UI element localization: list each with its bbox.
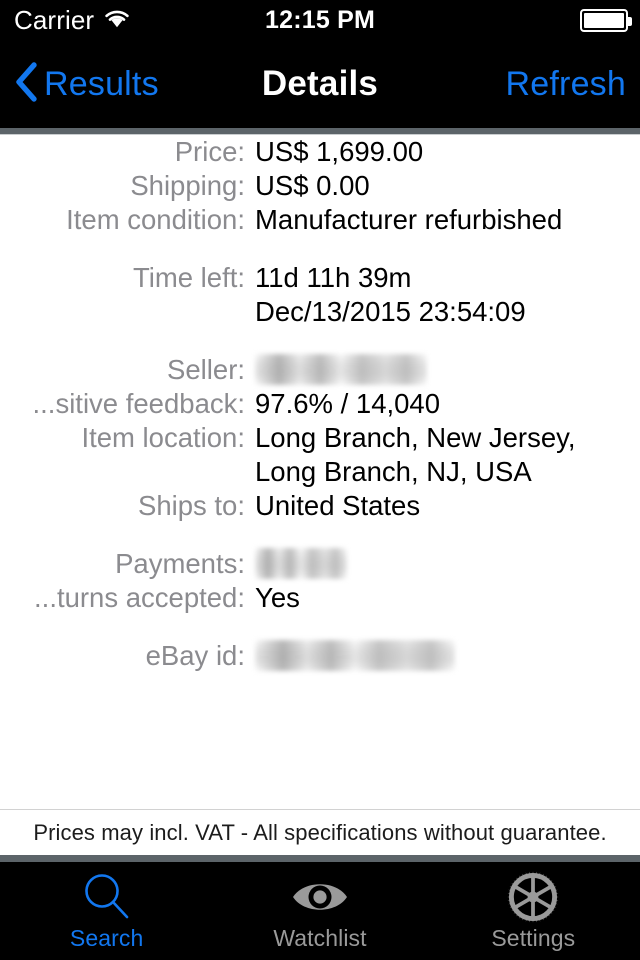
footer-disclaimer: Prices may incl. VAT - All specification… xyxy=(0,810,640,855)
redacted-value xyxy=(255,548,347,579)
redacted-value xyxy=(255,354,427,385)
detail-group: Price: US$ 1,699.00 Shipping: US$ 0.00 Item … xyxy=(0,135,640,237)
detail-row-value xyxy=(245,353,618,387)
detail-row: ...turns accepted: Yes xyxy=(0,581,640,615)
app-screen: Carrier 12:15 PM Results Details Refresh… xyxy=(0,0,640,960)
status-bar: Carrier 12:15 PM xyxy=(0,0,640,40)
detail-row: Price: US$ 1,699.00 xyxy=(0,135,640,169)
detail-row-label: Item location: xyxy=(81,422,245,453)
detail-row: Item condition: Manufacturer refurbished xyxy=(0,203,640,237)
detail-row-value: 97.6% / 14,040 xyxy=(255,388,441,419)
detail-row: Ships to: United States xyxy=(0,489,640,523)
detail-row-value: US$ 0.00 xyxy=(255,170,370,201)
detail-row: Payments: xyxy=(0,547,640,581)
navigation-bar: Results Details Refresh xyxy=(0,40,640,128)
detail-row: Shipping: US$ 0.00 xyxy=(0,169,640,203)
tab-settings-label: Settings xyxy=(491,925,576,951)
detail-row-value: Long Branch, New Jersey, Long Branch, NJ… xyxy=(255,422,576,487)
detail-row-label: Seller: xyxy=(167,354,245,385)
detail-row-label: Payments: xyxy=(115,548,245,579)
refresh-button[interactable]: Refresh xyxy=(506,40,626,128)
tab-search-label: Search xyxy=(69,925,144,951)
detail-row: Time left: 11d 11h 39m Dec/13/2015 23:54:… xyxy=(0,261,640,329)
detail-row-label: Item condition: xyxy=(66,204,245,235)
tab-search[interactable]: Search xyxy=(0,862,213,960)
status-bar-clock: 12:15 PM xyxy=(265,5,375,34)
gear-icon xyxy=(506,869,560,925)
detail-row-value: United States xyxy=(255,490,421,521)
item-details-list[interactable]: Price: US$ 1,699.00 Shipping: US$ 0.00 Item … xyxy=(0,135,640,809)
eye-icon xyxy=(291,869,349,925)
redacted-value xyxy=(255,640,455,671)
detail-row-label: Shipping: xyxy=(130,170,245,201)
magnifier-icon xyxy=(79,869,135,925)
tab-bar-separator xyxy=(0,855,640,862)
status-bar-right xyxy=(580,0,632,40)
detail-row-label: ...sitive feedback: xyxy=(32,388,245,419)
detail-row: Item location: Long Branch, New Jersey, L… xyxy=(0,421,640,489)
detail-group: Seller: ...sitive feedback: 97.6% / 14,040… xyxy=(0,329,640,523)
detail-row-value xyxy=(245,547,618,581)
tab-watchlist[interactable]: Watchlist xyxy=(213,862,426,960)
detail-row-value: Yes xyxy=(255,582,300,613)
detail-group: Payments: ...turns accepted: Yes xyxy=(0,523,640,615)
battery-full-icon xyxy=(580,8,632,32)
detail-row: eBay id: xyxy=(0,639,640,673)
detail-row-value: US$ 1,699.00 xyxy=(255,136,424,167)
detail-row-label: Time left: xyxy=(132,262,245,293)
detail-row-label: ...turns accepted: xyxy=(34,582,245,613)
tab-settings[interactable]: Settings xyxy=(427,862,640,960)
detail-group: eBay id: xyxy=(0,615,640,673)
tab-bar: Search Watchlist Settings xyxy=(0,862,640,960)
detail-row-label: eBay id: xyxy=(145,640,245,671)
detail-row-value: 11d 11h 39m Dec/13/2015 23:54:09 xyxy=(255,262,526,327)
detail-row-label: Ships to: xyxy=(137,490,245,521)
detail-groups: Price: US$ 1,699.00 Shipping: US$ 0.00 Item … xyxy=(0,135,640,673)
detail-group: Time left: 11d 11h 39m Dec/13/2015 23:54:… xyxy=(0,237,640,329)
detail-row-label: Price: xyxy=(174,136,245,167)
detail-row-value: Manufacturer refurbished xyxy=(255,204,563,235)
tab-watchlist-label: Watchlist xyxy=(273,925,367,951)
detail-row: ...sitive feedback: 97.6% / 14,040 xyxy=(0,387,640,421)
detail-row: Seller: xyxy=(0,353,640,387)
detail-row-value xyxy=(245,639,618,673)
